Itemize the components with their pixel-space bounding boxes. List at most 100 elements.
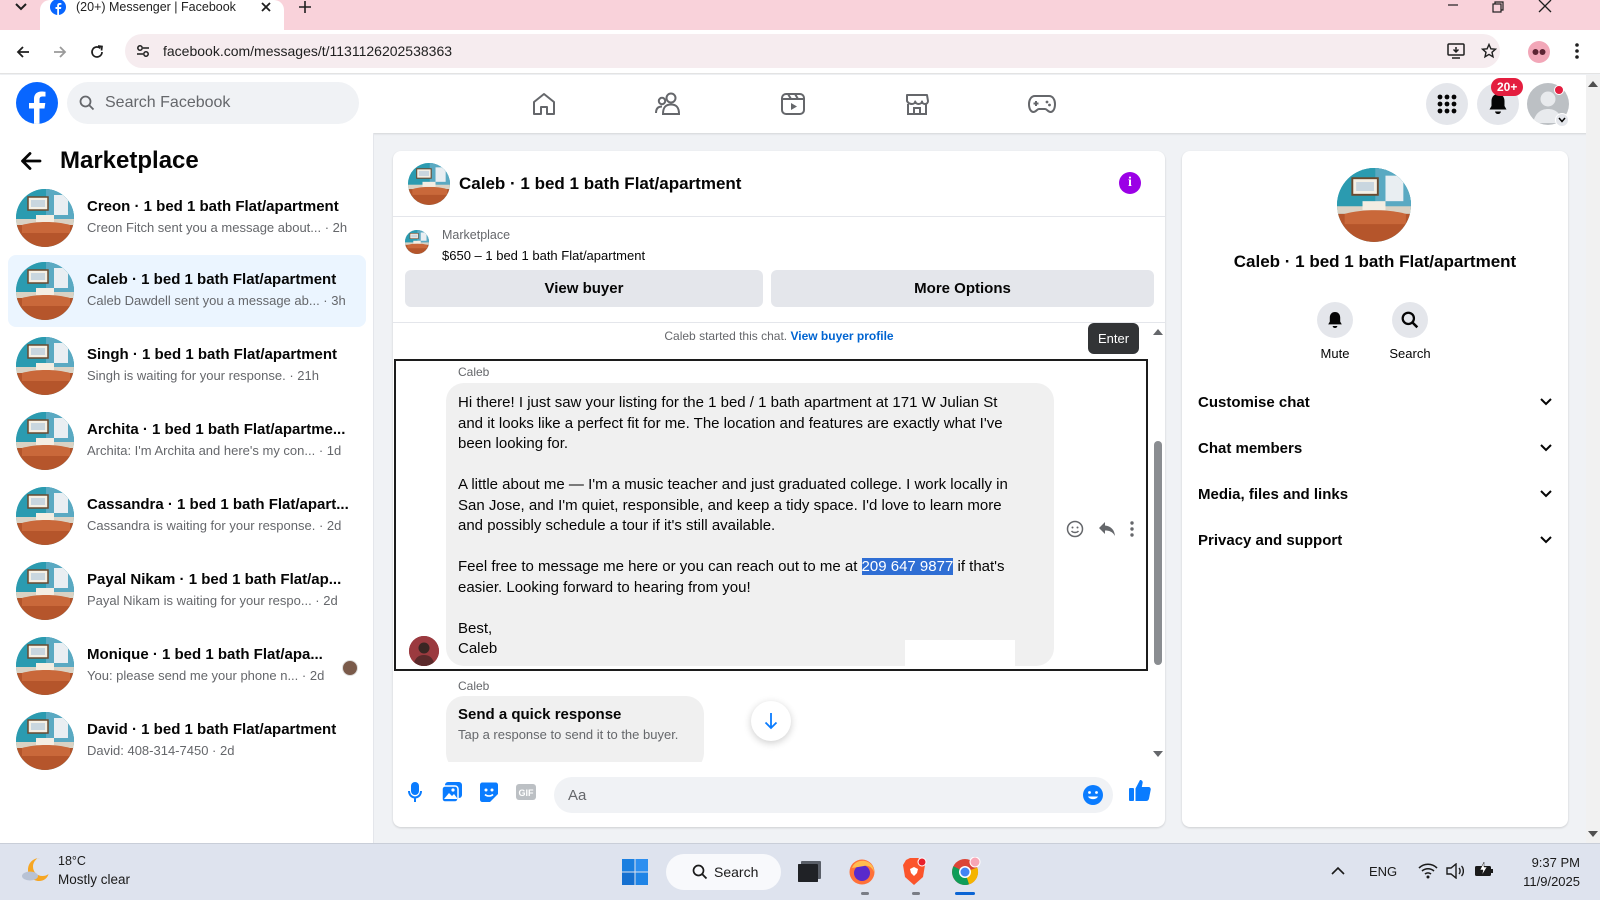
message-input[interactable] <box>568 784 1068 806</box>
account-menu-chevron[interactable] <box>1555 113 1569 127</box>
conversation-item[interactable]: Cassandra · 1 bed 1 bath Flat/apart... C… <box>8 480 366 552</box>
conversation-item[interactable]: Singh · 1 bed 1 bath Flat/apartment Sing… <box>8 330 366 402</box>
taskbar-search[interactable]: Search <box>666 854 781 890</box>
more-actions-icon[interactable] <box>1130 521 1134 537</box>
task-view-button[interactable] <box>793 856 825 888</box>
message-bubble[interactable]: Hi there! I just saw your listing for th… <box>446 383 1054 666</box>
forward-button[interactable] <box>49 41 71 63</box>
listing-card: Marketplace $650 – 1 bed 1 bath Flat/apa… <box>393 218 1165 322</box>
message-line: easier. Looking forward to hearing from … <box>458 578 751 596</box>
address-bar[interactable]: facebook.com/messages/t/1131126202538363 <box>125 34 1500 68</box>
thumbs-up-icon <box>1129 780 1151 801</box>
bookmark-star-icon[interactable] <box>1481 43 1497 59</box>
tab-search-button[interactable] <box>8 0 34 18</box>
conversation-item[interactable]: Monique · 1 bed 1 bath Flat/apa... You: … <box>8 630 366 702</box>
voice-clip-button[interactable] <box>403 780 427 804</box>
chat-header: Caleb · 1 bed 1 bath Flat/apartment i <box>393 151 1165 217</box>
system-clock[interactable]: 9:37 PM 11/9/2025 <box>1500 853 1580 891</box>
react-emoji-icon[interactable] <box>1066 520 1084 538</box>
reply-icon[interactable] <box>1098 521 1116 537</box>
scroll-to-bottom-button[interactable] <box>751 701 791 741</box>
wifi-icon[interactable] <box>1418 863 1438 879</box>
nav-friends[interactable] <box>652 89 684 119</box>
brave-taskbar-button[interactable] <box>898 856 930 888</box>
sticker-button[interactable] <box>477 780 501 804</box>
conversation-title: Singh · 1 bed 1 bath Flat/apartment <box>87 346 338 363</box>
chat-members-section[interactable]: Chat members <box>1198 428 1552 468</box>
browser-menu-icon[interactable] <box>1574 42 1580 60</box>
nav-marketplace[interactable] <box>901 89 933 119</box>
selected-phone-number[interactable]: 209 647 9877 <box>861 558 954 575</box>
gif-button[interactable]: GIF <box>514 780 538 804</box>
scroll-thumb[interactable] <box>1154 441 1162 665</box>
conversation-item[interactable]: Creon · 1 bed 1 bath Flat/apartment Creo… <box>8 182 366 254</box>
chat-listing-thumbnail[interactable] <box>408 163 450 205</box>
chevron-up-icon[interactable] <box>1331 866 1345 876</box>
conversation-item[interactable]: Caleb · 1 bed 1 bath Flat/apartment Cale… <box>8 255 366 327</box>
close-window-icon[interactable] <box>1537 0 1553 16</box>
firefox-icon <box>849 859 875 885</box>
reload-button[interactable] <box>86 41 108 63</box>
conversation-item[interactable]: Payal Nikam · 1 bed 1 bath Flat/ap... Pa… <box>8 555 366 627</box>
scroll-down-icon[interactable] <box>1588 831 1598 837</box>
message-input-wrapper[interactable] <box>554 777 1113 813</box>
facebook-search[interactable] <box>67 82 359 124</box>
browser-tab-messenger[interactable]: (20+) Messenger | Facebook <box>40 0 284 30</box>
site-settings-icon[interactable] <box>135 43 151 59</box>
media-files-links-section[interactable]: Media, files and links <box>1198 474 1552 514</box>
customise-chat-section[interactable]: Customise chat <box>1198 382 1552 422</box>
conversation-item[interactable]: Archita · 1 bed 1 bath Flat/apartme... A… <box>8 405 366 477</box>
minimize-icon[interactable] <box>1445 0 1461 16</box>
menu-button[interactable] <box>1426 83 1468 125</box>
nav-gaming[interactable] <box>1026 89 1058 119</box>
search-action[interactable]: Search <box>1375 302 1445 361</box>
mute-button[interactable] <box>1317 302 1353 338</box>
input-language[interactable]: ENG <box>1369 864 1397 879</box>
start-button[interactable] <box>619 856 651 888</box>
sticker-icon <box>480 782 498 802</box>
message-thread[interactable]: Caleb started this chat. View buyer prof… <box>393 322 1165 762</box>
restore-icon[interactable] <box>1490 0 1506 16</box>
nav-video[interactable] <box>777 89 809 119</box>
back-button[interactable] <box>12 41 34 63</box>
browser-profile-avatar[interactable] <box>1528 41 1550 63</box>
emoji-picker-icon[interactable] <box>1082 784 1104 806</box>
message-line: and possibly schedule a tour if it's sti… <box>458 517 776 534</box>
weather-widget[interactable]: 18°C Mostly clear <box>20 854 130 887</box>
sender-avatar[interactable] <box>409 636 439 666</box>
firefox-taskbar-button[interactable] <box>846 856 878 888</box>
mute-action[interactable]: Mute <box>1300 302 1370 361</box>
scroll-up-icon[interactable] <box>1153 329 1163 335</box>
battery-charging-icon[interactable] <box>1474 862 1494 878</box>
facebook-logo[interactable] <box>16 82 58 124</box>
conversation-item[interactable]: David · 1 bed 1 bath Flat/apartment Davi… <box>8 705 366 777</box>
search-in-conversation-button[interactable] <box>1392 302 1428 338</box>
new-tab-button[interactable] <box>294 0 316 16</box>
message-composer: GIF <box>393 762 1165 827</box>
details-listing-thumbnail[interactable] <box>1337 168 1411 242</box>
thread-scrollbar[interactable] <box>1150 323 1165 762</box>
conversation-info-button[interactable]: i <box>1119 172 1141 194</box>
person-photo-icon <box>409 636 439 666</box>
more-options-button[interactable]: More Options <box>771 270 1154 307</box>
scroll-up-icon[interactable] <box>1588 81 1598 87</box>
page-scrollbar[interactable] <box>1586 75 1600 843</box>
chrome-taskbar-button[interactable] <box>950 856 982 888</box>
quick-response-card[interactable]: Send a quick response Tap a response to … <box>446 696 704 762</box>
close-tab-icon[interactable] <box>258 0 274 15</box>
attach-media-button[interactable] <box>440 780 464 804</box>
view-buyer-button[interactable]: View buyer <box>405 270 763 307</box>
nav-home[interactable] <box>528 89 560 119</box>
send-like-button[interactable] <box>1128 778 1152 802</box>
privacy-support-section[interactable]: Privacy and support <box>1198 520 1552 560</box>
back-arrow-icon[interactable] <box>20 151 42 171</box>
listing-name[interactable]: $650 – 1 bed 1 bath Flat/apartment <box>442 248 645 263</box>
volume-icon[interactable] <box>1446 863 1464 879</box>
chat-title[interactable]: Caleb · 1 bed 1 bath Flat/apartment <box>459 174 741 194</box>
search-input[interactable] <box>105 90 345 116</box>
install-app-icon[interactable] <box>1447 43 1465 59</box>
message-actions <box>1066 520 1134 538</box>
view-buyer-profile-link[interactable]: View buyer profile <box>790 329 893 343</box>
scroll-down-icon[interactable] <box>1153 751 1163 757</box>
quick-response-title: Send a quick response <box>458 706 622 723</box>
